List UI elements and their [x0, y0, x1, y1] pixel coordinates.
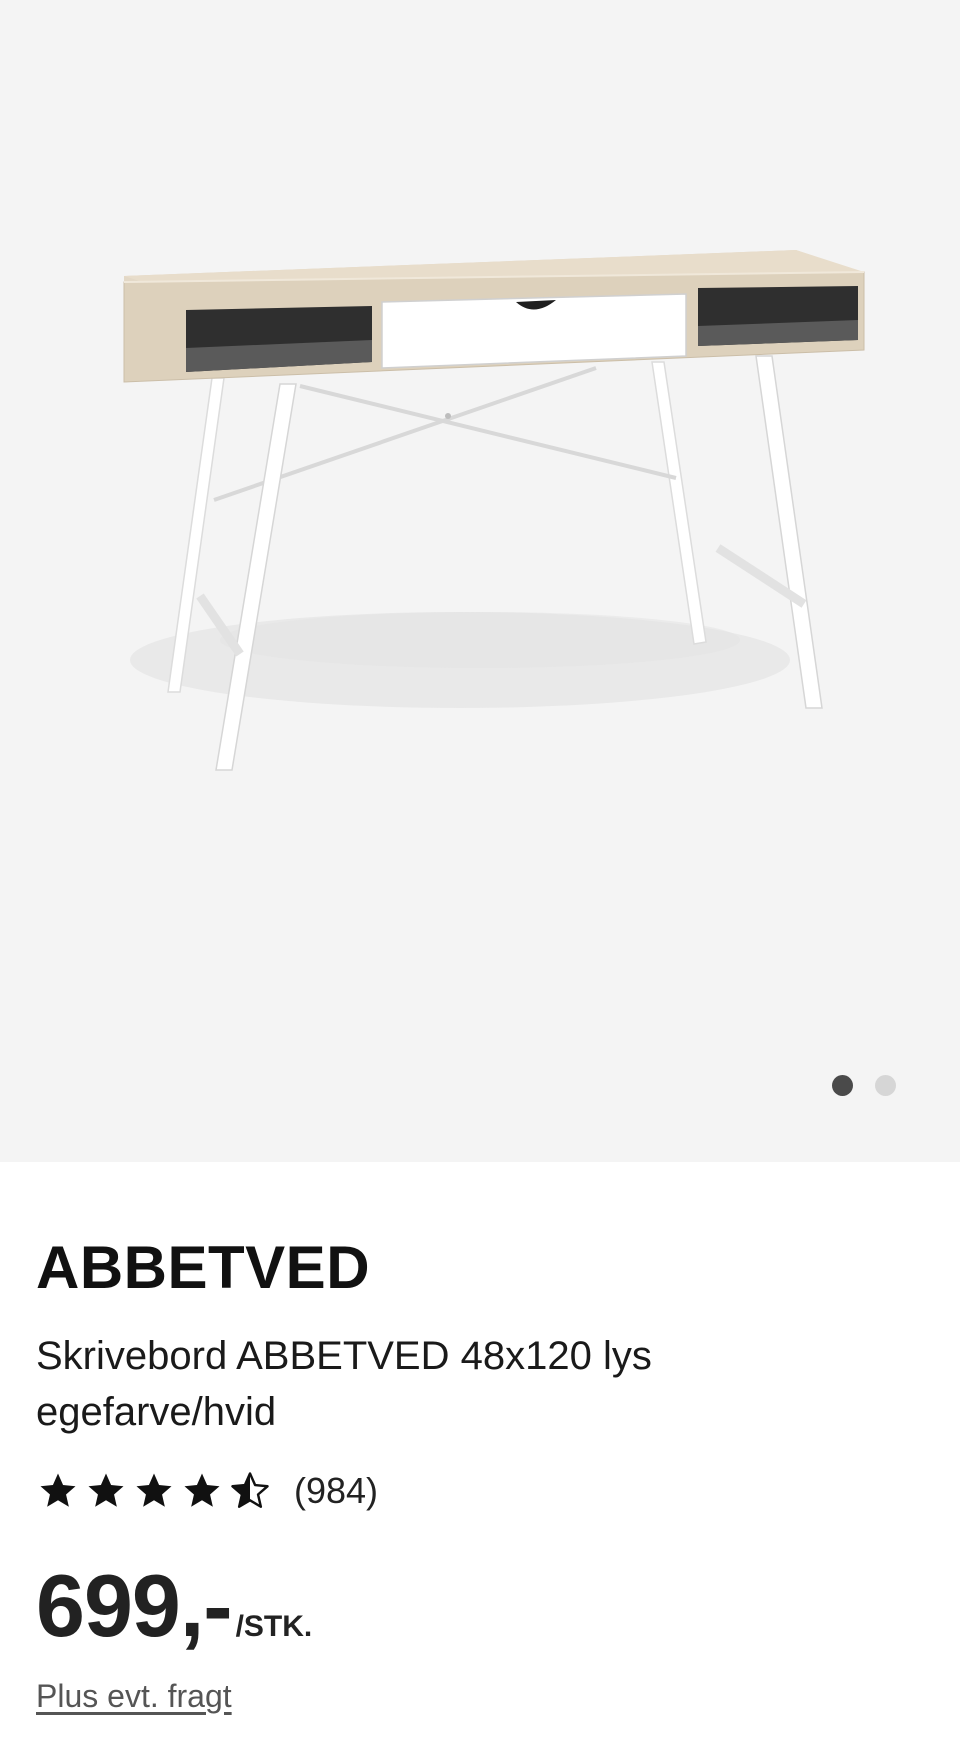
price-unit: /STK. [235, 1610, 313, 1643]
product-image-desk[interactable] [0, 0, 960, 1162]
price-row: 699,- /STK. [36, 1562, 312, 1650]
star-full-icon [184, 1473, 220, 1507]
product-rating[interactable]: (984) [36, 1470, 378, 1512]
star-full-icon [88, 1473, 124, 1507]
star-half-icon [231, 1472, 269, 1508]
review-count[interactable]: (984) [294, 1470, 378, 1512]
star-full-icon [40, 1473, 76, 1507]
product-price: 699,- [36, 1556, 233, 1655]
pagination-dot-2[interactable] [875, 1075, 896, 1096]
product-brand: ABBETVED [36, 1234, 371, 1301]
star-full-icon [136, 1473, 172, 1507]
rating-stars [36, 1470, 272, 1512]
product-image-gallery[interactable] [0, 0, 960, 1162]
image-pagination[interactable] [832, 1075, 896, 1096]
product-description: Skrivebord ABBETVED 48x120 lys egefarve/… [36, 1334, 652, 1434]
shipping-info-link[interactable]: Plus evt. fragt [36, 1678, 232, 1715]
pagination-dot-1[interactable] [832, 1075, 853, 1096]
